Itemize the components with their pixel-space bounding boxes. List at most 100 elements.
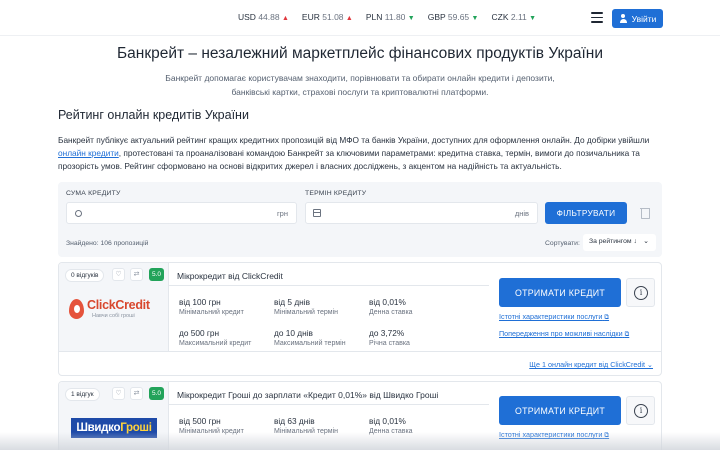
top-header: USD 44.88 ▲ EUR 51.08 ▲ PLN 11.80 ▼ GBP … bbox=[0, 0, 720, 36]
info-button[interactable]: i bbox=[626, 278, 655, 307]
amount-input[interactable]: грн bbox=[66, 202, 297, 224]
filter-panel: СУМА КРЕДИТУ грн ТЕРМІН КРЕДИТУ днів ФІЛ… bbox=[58, 182, 662, 257]
get-credit-button[interactable]: ОТРИМАТИ КРЕДИТ bbox=[499, 396, 621, 425]
service-details-link[interactable]: Істотні характеристики послуги ⧉ bbox=[499, 430, 609, 440]
param-value: від 0,01% bbox=[369, 297, 406, 307]
rate-value: 2.11 bbox=[510, 12, 527, 22]
min-amount: від 500 грн Мінімальний кредит bbox=[179, 416, 244, 435]
amount-label: СУМА КРЕДИТУ bbox=[66, 190, 121, 197]
offer-title[interactable]: Мікрокредит від ClickCredit bbox=[177, 271, 283, 281]
param-label: Річна ставка bbox=[369, 340, 410, 347]
year-rate: до 3,72% Річна ставка bbox=[369, 328, 410, 347]
currency-rates: USD 44.88 ▲ EUR 51.08 ▲ PLN 11.80 ▼ GBP … bbox=[238, 12, 536, 22]
max-amount: до 500 грн Максимальний кредит bbox=[179, 328, 251, 347]
param-value: від 100 грн bbox=[179, 297, 221, 307]
reviews-badge[interactable]: 1 відгук bbox=[65, 388, 100, 401]
external-link-icon: ⧉ bbox=[604, 314, 610, 321]
param-label: Мінімальний термін bbox=[274, 309, 339, 316]
arrow-down-icon: ▼ bbox=[471, 15, 479, 22]
shvydko-groshi-logo[interactable]: Швидко Гроші bbox=[71, 418, 157, 438]
link-text: Істотні характеристики послуги bbox=[499, 312, 603, 321]
logo-part: Гроші bbox=[120, 422, 152, 434]
more-offers-text: Ще 1 онлайн кредит від ClickCredit bbox=[529, 360, 645, 369]
param-value: від 63 днів bbox=[274, 416, 315, 426]
term-unit: днів bbox=[514, 209, 529, 218]
param-value: від 5 днів bbox=[274, 297, 310, 307]
intro-text-part: , протестовані та проаналізовані командо… bbox=[58, 148, 640, 172]
day-rate: від 0,01% Денна ставка bbox=[369, 416, 413, 435]
link-text: Істотні характеристики послуги bbox=[499, 430, 603, 439]
rate-code: PLN bbox=[365, 12, 383, 22]
rate-value: 51.08 bbox=[322, 12, 344, 22]
more-offers-link[interactable]: Ще 1 онлайн кредит від ClickCredit ⌄ bbox=[529, 360, 653, 369]
param-label: Денна ставка bbox=[369, 428, 413, 435]
divider bbox=[168, 263, 169, 351]
score-badge: 5.0 bbox=[149, 268, 164, 281]
min-term: від 63 днів Мінімальний термін bbox=[274, 416, 338, 435]
online-credits-link[interactable]: онлайн кредити bbox=[58, 148, 119, 158]
param-label: Мінімальний кредит bbox=[179, 428, 244, 435]
term-input[interactable]: днів bbox=[305, 202, 538, 224]
login-button[interactable]: Увійти bbox=[612, 9, 663, 28]
rate-eur: EUR 51.08 ▲ bbox=[302, 12, 353, 22]
calendar-icon bbox=[313, 209, 321, 217]
max-term: до 10 днів Максимальний термін bbox=[274, 328, 346, 347]
filter-button[interactable]: ФІЛЬТРУВАТИ bbox=[545, 202, 627, 224]
param-value: до 3,72% bbox=[369, 328, 405, 338]
rate-code: USD bbox=[238, 12, 256, 22]
logo-tagline: Навчи собі гроші bbox=[92, 313, 135, 319]
section-title: Рейтинг онлайн кредитів України bbox=[58, 108, 249, 122]
warning-link[interactable]: Попередження про можливі наслідки ⧉ bbox=[499, 329, 629, 339]
arrow-up-icon: ▲ bbox=[345, 15, 353, 22]
rate-czk: CZK 2.11 ▼ bbox=[491, 12, 536, 22]
sort-value: За рейтингом ↓ bbox=[589, 238, 637, 245]
clickcredit-logo[interactable]: ClickCredit Навчи собі гроші bbox=[69, 298, 159, 320]
param-value: від 0,01% bbox=[369, 416, 406, 426]
logo-part: Швидко bbox=[76, 422, 121, 434]
link-text: Попередження про можливі наслідки bbox=[499, 329, 623, 338]
arrow-down-icon: ▼ bbox=[529, 15, 537, 22]
user-icon bbox=[619, 14, 628, 23]
offer-logo-panel: 1 відгук ♡ ⇄ 5.0 Швидко Гроші bbox=[59, 382, 168, 450]
amount-unit: грн bbox=[276, 209, 288, 218]
intro-text-part: Банкрейт публікує актуальний рейтинг кра… bbox=[58, 135, 650, 145]
compare-icon[interactable]: ⇄ bbox=[130, 387, 143, 400]
chevron-down-icon: ⌄ bbox=[646, 360, 653, 369]
login-label: Увійти bbox=[631, 13, 657, 24]
min-amount: від 100 грн Мінімальний кредит bbox=[179, 297, 244, 316]
offer-title[interactable]: Мікрокредит Гроші до зарплати «Кредит 0,… bbox=[177, 390, 438, 400]
param-label: Мінімальний кредит bbox=[179, 309, 244, 316]
rate-code: GBP bbox=[427, 12, 446, 22]
divider bbox=[168, 382, 169, 450]
heart-icon[interactable]: ♡ bbox=[112, 268, 125, 281]
rate-pln: PLN 11.80 ▼ bbox=[366, 12, 415, 22]
divider bbox=[169, 285, 489, 286]
offer-card: 1 відгук ♡ ⇄ 5.0 Швидко Гроші Мікрокредит… bbox=[58, 381, 662, 450]
offer-card: 0 відгуків ♡ ⇄ 5.0 ClickCredit Навчи соб… bbox=[58, 262, 662, 376]
heart-icon[interactable]: ♡ bbox=[112, 387, 125, 400]
offer-logo-panel: 0 відгуків ♡ ⇄ 5.0 ClickCredit Навчи соб… bbox=[59, 263, 168, 351]
rate-gbp: GBP 59.65 ▼ bbox=[428, 12, 479, 22]
page-subtitle: Банкрейт допомагає користувачам знаходит… bbox=[165, 73, 555, 97]
divider bbox=[59, 351, 661, 352]
compare-icon[interactable]: ⇄ bbox=[130, 268, 143, 281]
param-label: Мінімальний термін bbox=[274, 428, 339, 435]
logo-drop-icon bbox=[69, 299, 84, 319]
day-rate: від 0,01% Денна ставка bbox=[369, 297, 413, 316]
param-label: Максимальний кредит bbox=[179, 340, 252, 347]
reviews-badge[interactable]: 0 відгуків bbox=[65, 269, 105, 282]
service-details-link[interactable]: Істотні характеристики послуги ⧉ bbox=[499, 312, 609, 322]
sort-select[interactable]: За рейтингом ↓ ⌄ bbox=[583, 234, 656, 251]
chevron-down-icon: ⌄ bbox=[643, 238, 649, 245]
get-credit-button[interactable]: ОТРИМАТИ КРЕДИТ bbox=[499, 278, 621, 307]
rate-code: CZK bbox=[491, 12, 509, 22]
sort-label: Сортувати: bbox=[545, 240, 580, 247]
param-value: від 500 грн bbox=[179, 416, 221, 426]
param-label: Максимальний термін bbox=[274, 340, 346, 347]
trash-icon[interactable] bbox=[634, 202, 656, 224]
rate-value: 44.88 bbox=[258, 12, 280, 22]
info-icon: i bbox=[634, 404, 648, 418]
info-button[interactable]: i bbox=[626, 396, 655, 425]
term-label: ТЕРМІН КРЕДИТУ bbox=[305, 190, 367, 197]
menu-icon[interactable] bbox=[591, 12, 603, 23]
